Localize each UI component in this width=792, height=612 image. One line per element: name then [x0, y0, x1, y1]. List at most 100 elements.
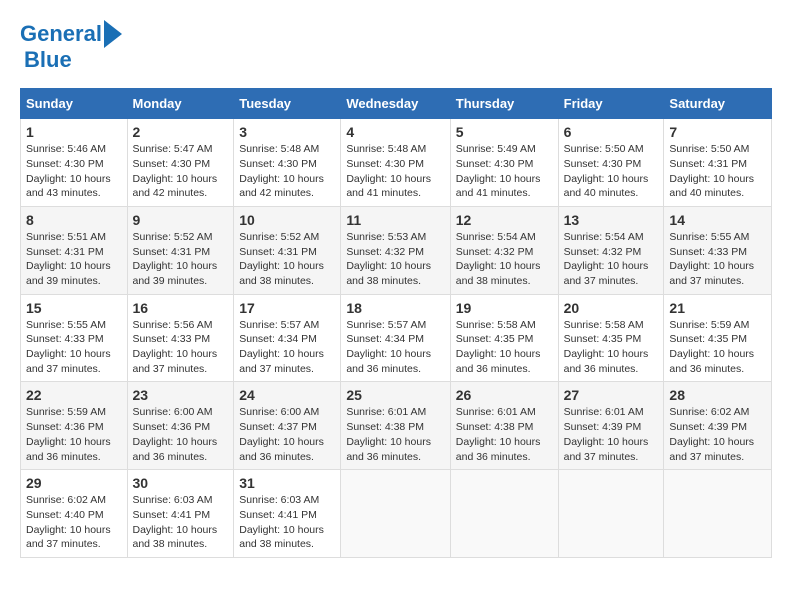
- day-info: Sunrise: 5:50 AM Sunset: 4:31 PM Dayligh…: [669, 142, 766, 201]
- calendar-table: SundayMondayTuesdayWednesdayThursdayFrid…: [20, 88, 772, 558]
- day-info: Sunrise: 5:56 AM Sunset: 4:33 PM Dayligh…: [133, 318, 229, 377]
- day-number: 9: [133, 212, 229, 228]
- day-info: Sunrise: 6:02 AM Sunset: 4:39 PM Dayligh…: [669, 405, 766, 464]
- day-info: Sunrise: 6:00 AM Sunset: 4:37 PM Dayligh…: [239, 405, 335, 464]
- calendar-cell: 30 Sunrise: 6:03 AM Sunset: 4:41 PM Dayl…: [127, 470, 234, 558]
- calendar-cell: 4 Sunrise: 5:48 AM Sunset: 4:30 PM Dayli…: [341, 119, 450, 207]
- calendar-week-2: 8 Sunrise: 5:51 AM Sunset: 4:31 PM Dayli…: [21, 206, 772, 294]
- calendar-cell: 20 Sunrise: 5:58 AM Sunset: 4:35 PM Dayl…: [558, 294, 664, 382]
- day-number: 31: [239, 475, 335, 491]
- day-info: Sunrise: 5:52 AM Sunset: 4:31 PM Dayligh…: [133, 230, 229, 289]
- day-info: Sunrise: 5:51 AM Sunset: 4:31 PM Dayligh…: [26, 230, 122, 289]
- day-number: 26: [456, 387, 553, 403]
- calendar-cell: 28 Sunrise: 6:02 AM Sunset: 4:39 PM Dayl…: [664, 382, 772, 470]
- day-number: 23: [133, 387, 229, 403]
- day-info: Sunrise: 6:00 AM Sunset: 4:36 PM Dayligh…: [133, 405, 229, 464]
- calendar-cell: 27 Sunrise: 6:01 AM Sunset: 4:39 PM Dayl…: [558, 382, 664, 470]
- calendar-cell: 26 Sunrise: 6:01 AM Sunset: 4:38 PM Dayl…: [450, 382, 558, 470]
- calendar-cell: 13 Sunrise: 5:54 AM Sunset: 4:32 PM Dayl…: [558, 206, 664, 294]
- logo-arrow-icon: [104, 20, 122, 48]
- calendar-cell: 14 Sunrise: 5:55 AM Sunset: 4:33 PM Dayl…: [664, 206, 772, 294]
- day-info: Sunrise: 5:57 AM Sunset: 4:34 PM Dayligh…: [239, 318, 335, 377]
- day-info: Sunrise: 6:03 AM Sunset: 4:41 PM Dayligh…: [133, 493, 229, 552]
- calendar-cell: 22 Sunrise: 5:59 AM Sunset: 4:36 PM Dayl…: [21, 382, 128, 470]
- logo-text-line2: Blue: [24, 48, 72, 72]
- calendar-cell: 10 Sunrise: 5:52 AM Sunset: 4:31 PM Dayl…: [234, 206, 341, 294]
- logo: General Blue: [20, 20, 122, 72]
- day-number: 22: [26, 387, 122, 403]
- day-number: 8: [26, 212, 122, 228]
- day-info: Sunrise: 5:46 AM Sunset: 4:30 PM Dayligh…: [26, 142, 122, 201]
- header-saturday: Saturday: [664, 89, 772, 119]
- calendar-cell: [558, 470, 664, 558]
- calendar-cell: 25 Sunrise: 6:01 AM Sunset: 4:38 PM Dayl…: [341, 382, 450, 470]
- header-tuesday: Tuesday: [234, 89, 341, 119]
- calendar-week-3: 15 Sunrise: 5:55 AM Sunset: 4:33 PM Dayl…: [21, 294, 772, 382]
- calendar-week-1: 1 Sunrise: 5:46 AM Sunset: 4:30 PM Dayli…: [21, 119, 772, 207]
- calendar-cell: 3 Sunrise: 5:48 AM Sunset: 4:30 PM Dayli…: [234, 119, 341, 207]
- calendar-cell: 11 Sunrise: 5:53 AM Sunset: 4:32 PM Dayl…: [341, 206, 450, 294]
- day-number: 30: [133, 475, 229, 491]
- page-header: General Blue: [20, 20, 772, 72]
- calendar-cell: 5 Sunrise: 5:49 AM Sunset: 4:30 PM Dayli…: [450, 119, 558, 207]
- calendar-cell: 21 Sunrise: 5:59 AM Sunset: 4:35 PM Dayl…: [664, 294, 772, 382]
- day-number: 10: [239, 212, 335, 228]
- calendar-cell: 23 Sunrise: 6:00 AM Sunset: 4:36 PM Dayl…: [127, 382, 234, 470]
- calendar-cell: 8 Sunrise: 5:51 AM Sunset: 4:31 PM Dayli…: [21, 206, 128, 294]
- calendar-week-5: 29 Sunrise: 6:02 AM Sunset: 4:40 PM Dayl…: [21, 470, 772, 558]
- day-info: Sunrise: 6:01 AM Sunset: 4:38 PM Dayligh…: [456, 405, 553, 464]
- calendar-cell: 24 Sunrise: 6:00 AM Sunset: 4:37 PM Dayl…: [234, 382, 341, 470]
- calendar-cell: 31 Sunrise: 6:03 AM Sunset: 4:41 PM Dayl…: [234, 470, 341, 558]
- day-info: Sunrise: 5:55 AM Sunset: 4:33 PM Dayligh…: [26, 318, 122, 377]
- calendar-cell: 19 Sunrise: 5:58 AM Sunset: 4:35 PM Dayl…: [450, 294, 558, 382]
- day-number: 27: [564, 387, 659, 403]
- day-number: 20: [564, 300, 659, 316]
- calendar-cell: 16 Sunrise: 5:56 AM Sunset: 4:33 PM Dayl…: [127, 294, 234, 382]
- day-info: Sunrise: 5:59 AM Sunset: 4:36 PM Dayligh…: [26, 405, 122, 464]
- day-number: 25: [346, 387, 444, 403]
- day-info: Sunrise: 5:49 AM Sunset: 4:30 PM Dayligh…: [456, 142, 553, 201]
- calendar-cell: 1 Sunrise: 5:46 AM Sunset: 4:30 PM Dayli…: [21, 119, 128, 207]
- day-number: 29: [26, 475, 122, 491]
- day-number: 4: [346, 124, 444, 140]
- header-thursday: Thursday: [450, 89, 558, 119]
- calendar-cell: [341, 470, 450, 558]
- day-info: Sunrise: 5:59 AM Sunset: 4:35 PM Dayligh…: [669, 318, 766, 377]
- day-info: Sunrise: 5:52 AM Sunset: 4:31 PM Dayligh…: [239, 230, 335, 289]
- day-info: Sunrise: 5:48 AM Sunset: 4:30 PM Dayligh…: [239, 142, 335, 201]
- day-number: 28: [669, 387, 766, 403]
- day-number: 1: [26, 124, 122, 140]
- day-info: Sunrise: 5:57 AM Sunset: 4:34 PM Dayligh…: [346, 318, 444, 377]
- day-number: 19: [456, 300, 553, 316]
- calendar-cell: 12 Sunrise: 5:54 AM Sunset: 4:32 PM Dayl…: [450, 206, 558, 294]
- day-number: 2: [133, 124, 229, 140]
- day-number: 11: [346, 212, 444, 228]
- day-info: Sunrise: 5:47 AM Sunset: 4:30 PM Dayligh…: [133, 142, 229, 201]
- day-info: Sunrise: 5:53 AM Sunset: 4:32 PM Dayligh…: [346, 230, 444, 289]
- day-info: Sunrise: 5:50 AM Sunset: 4:30 PM Dayligh…: [564, 142, 659, 201]
- header-wednesday: Wednesday: [341, 89, 450, 119]
- day-number: 6: [564, 124, 659, 140]
- calendar-header-row: SundayMondayTuesdayWednesdayThursdayFrid…: [21, 89, 772, 119]
- day-info: Sunrise: 5:48 AM Sunset: 4:30 PM Dayligh…: [346, 142, 444, 201]
- day-number: 16: [133, 300, 229, 316]
- day-info: Sunrise: 5:58 AM Sunset: 4:35 PM Dayligh…: [564, 318, 659, 377]
- day-info: Sunrise: 6:03 AM Sunset: 4:41 PM Dayligh…: [239, 493, 335, 552]
- calendar-cell: 17 Sunrise: 5:57 AM Sunset: 4:34 PM Dayl…: [234, 294, 341, 382]
- day-info: Sunrise: 5:58 AM Sunset: 4:35 PM Dayligh…: [456, 318, 553, 377]
- day-number: 18: [346, 300, 444, 316]
- day-number: 21: [669, 300, 766, 316]
- header-sunday: Sunday: [21, 89, 128, 119]
- day-number: 24: [239, 387, 335, 403]
- logo-text-line1: General: [20, 22, 102, 46]
- day-info: Sunrise: 6:02 AM Sunset: 4:40 PM Dayligh…: [26, 493, 122, 552]
- calendar-week-4: 22 Sunrise: 5:59 AM Sunset: 4:36 PM Dayl…: [21, 382, 772, 470]
- calendar-cell: 6 Sunrise: 5:50 AM Sunset: 4:30 PM Dayli…: [558, 119, 664, 207]
- calendar-cell: [664, 470, 772, 558]
- day-number: 14: [669, 212, 766, 228]
- header-friday: Friday: [558, 89, 664, 119]
- day-info: Sunrise: 6:01 AM Sunset: 4:38 PM Dayligh…: [346, 405, 444, 464]
- day-number: 12: [456, 212, 553, 228]
- day-number: 5: [456, 124, 553, 140]
- header-monday: Monday: [127, 89, 234, 119]
